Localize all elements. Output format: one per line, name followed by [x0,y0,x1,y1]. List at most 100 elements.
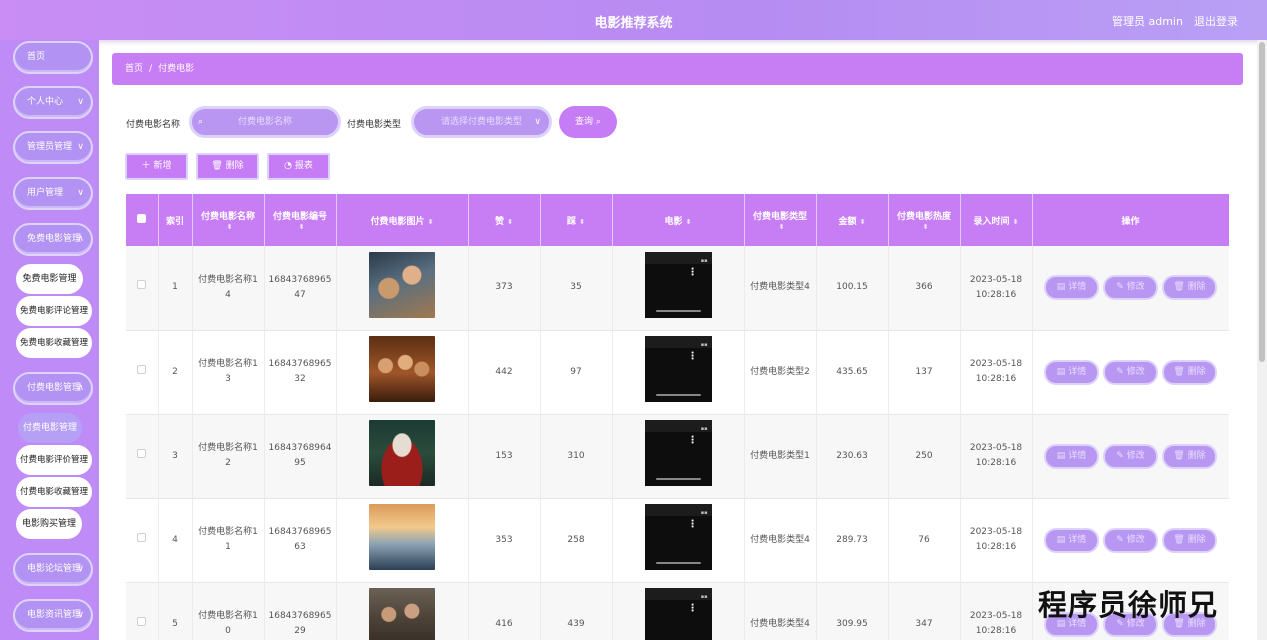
sidebar-sub-paid-favorite[interactable]: 付费电影收藏管理 [16,477,92,507]
detail-button[interactable]: ▤ 详情 [1044,359,1099,385]
video-player[interactable]: ▪▪ ⋮ [644,588,712,640]
sidebar-item-admins[interactable]: 管理员管理 ∨ [13,131,93,164]
sidebar-item-profile[interactable]: 个人中心 ∨ [13,86,93,119]
scrollbar-thumb[interactable] [1259,42,1265,362]
sidebar-item-home[interactable]: 首页 [13,41,93,74]
document-icon: ▤ [1056,534,1066,545]
edit-button[interactable]: ✎ 修改 [1103,527,1158,553]
table-row[interactable]: 2 付费电影名称13 1684376896532 442 97 ▪▪ ⋮ 付费电影类型2 435… [126,330,1229,415]
more-vertical-icon[interactable]: ⋮ [688,352,698,362]
col-down[interactable]: 踩 ⬍ [540,194,613,246]
table-row[interactable]: 4 付费电影名称11 1684376896563 353 258 ▪▪ ⋮ 付费电影类型4 28… [126,498,1229,583]
col-heat[interactable]: 付费电影热度 ⬍ [888,194,961,246]
batch-delete-button[interactable]: 🗑 删除 [196,153,259,180]
sort-icon[interactable]: ⬍ [1013,218,1019,226]
report-button[interactable]: ◔ 报表 [267,153,330,180]
more-vertical-icon[interactable]: ⋮ [688,267,698,278]
col-time[interactable]: 录入时间 ⬍ [960,194,1033,246]
type-select[interactable]: 请选择付费电影类型 ∨ [411,106,552,138]
movie-poster-image[interactable] [369,420,435,486]
video-progress-bar[interactable] [655,309,701,312]
sidebar-item-users[interactable]: 用户管理 ∨ [13,177,93,210]
sidebar-sub-free-movie[interactable]: 免费电影管理 [16,264,83,294]
more-vertical-icon[interactable]: ⋮ [688,520,698,530]
sidebar-sub-free-comment[interactable]: 免费电影评论管理 [16,296,92,326]
add-button[interactable]: ＋ 新增 [125,153,188,180]
row-select-cell[interactable] [126,246,159,331]
sort-icon[interactable]: ⬍ [507,218,513,226]
table-row[interactable]: 3 付费电影名称12 1684376896495 153 310 ▪▪ ⋮ 付费电影类型1 23… [126,414,1229,499]
delete-button[interactable]: 🗑 删除 [1162,443,1217,469]
video-player[interactable]: ▪▪ ⋮ [644,336,712,402]
edit-button[interactable]: ✎ 修改 [1103,443,1158,469]
edit-label: 修改 [1126,366,1145,377]
col-video[interactable]: 电影 ⬍ [612,194,745,246]
row-checkbox[interactable] [137,280,147,290]
sidebar-sub-purchase[interactable]: 电影购买管理 [16,509,82,539]
sidebar-sub-free-favorite[interactable]: 免费电影收藏管理 [16,328,92,358]
row-select-cell[interactable] [126,582,159,640]
query-button[interactable]: 查询 ⌕ [559,106,617,138]
col-type[interactable]: 付费电影类型 ⬍ [744,194,817,246]
sidebar-item-forum[interactable]: 电影论坛管理 ∨ [13,553,93,586]
col-poster[interactable]: 付费电影图片 ⬍ [336,194,469,246]
col-label: 付费电影类型 [752,211,807,222]
sidebar-sub-paid-movie[interactable]: 付费电影管理 [18,413,82,443]
col-code[interactable]: 付费电影编号 ⬍ [264,194,337,246]
cell-clock: 10:28:16 [975,374,1017,384]
row-checkbox[interactable] [137,616,147,626]
detail-button[interactable]: ▤ 详情 [1044,443,1099,469]
document-icon: ▤ [1056,366,1066,377]
video-progress-bar[interactable] [655,394,701,396]
detail-button[interactable]: ▤ 详情 [1044,527,1099,553]
select-all-cell[interactable] [126,194,159,246]
logout-link[interactable]: 退出登录 [1194,13,1238,29]
video-player[interactable]: ▪▪ ⋮ [644,504,712,570]
video-progress-bar[interactable] [655,478,701,480]
movie-poster-image[interactable] [369,504,435,570]
select-all-checkbox[interactable] [137,214,147,223]
sidebar-item-free-movies[interactable]: 免费电影管理 ∧ [13,223,93,256]
col-amount[interactable]: 金额 ⬍ [816,194,889,246]
video-controls-icon: ▪▪ [700,426,708,432]
sort-icon[interactable]: ⬍ [227,223,233,231]
name-search-input[interactable]: ⌕ 付费电影名称 [189,106,341,138]
col-up[interactable]: 赞 ⬍ [468,194,541,246]
more-vertical-icon[interactable]: ⋮ [688,436,698,446]
sidebar-item-paid-movies[interactable]: 付费电影管理 ∧ [13,372,93,405]
sort-icon[interactable]: ⬍ [299,223,305,231]
video-progress-bar[interactable] [655,562,701,564]
detail-button[interactable]: ▤ 详情 [1044,275,1099,301]
movie-poster-image[interactable] [369,336,435,402]
row-checkbox[interactable] [137,364,147,374]
sidebar-sub-paid-review[interactable]: 付费电影评价管理 [16,445,92,475]
sort-icon[interactable]: ⬍ [860,218,866,226]
table-row[interactable]: 1 付费电影名称14 1684376896547 373 35 ▪▪ ⋮ 付费电影类型4 100… [126,246,1229,331]
sidebar-item-news[interactable]: 电影资讯管理 ∨ [13,599,93,632]
delete-button[interactable]: 🗑 删除 [1162,527,1217,553]
row-checkbox[interactable] [137,448,147,458]
sort-icon[interactable]: ⬍ [923,223,929,231]
delete-button-label: 删除 [225,161,244,171]
col-name[interactable]: 付费电影名称 ⬍ [192,194,265,246]
more-vertical-icon[interactable]: ⋮ [688,604,698,614]
sort-icon[interactable]: ⬍ [428,218,434,226]
video-player[interactable]: ▪▪ ⋮ [644,251,712,318]
col-ops: 操作 [1032,194,1229,246]
sort-icon[interactable]: ⬍ [686,218,692,226]
video-player[interactable]: ▪▪ ⋮ [644,420,712,486]
sort-icon[interactable]: ⬍ [579,218,585,226]
delete-button[interactable]: 🗑 删除 [1162,359,1217,385]
row-select-cell[interactable] [126,498,159,583]
movie-poster-image[interactable] [369,251,435,318]
movie-poster-image[interactable] [369,588,435,640]
sort-icon[interactable]: ⬍ [779,223,785,231]
edit-button[interactable]: ✎ 修改 [1103,359,1158,385]
row-checkbox[interactable] [137,532,147,542]
row-select-cell[interactable] [126,414,159,499]
breadcrumb-home[interactable]: 首页 [125,64,143,74]
page-scrollbar[interactable] [1257,40,1267,640]
delete-button[interactable]: 🗑 删除 [1162,275,1217,301]
row-select-cell[interactable] [126,330,159,415]
edit-button[interactable]: ✎ 修改 [1103,275,1158,301]
